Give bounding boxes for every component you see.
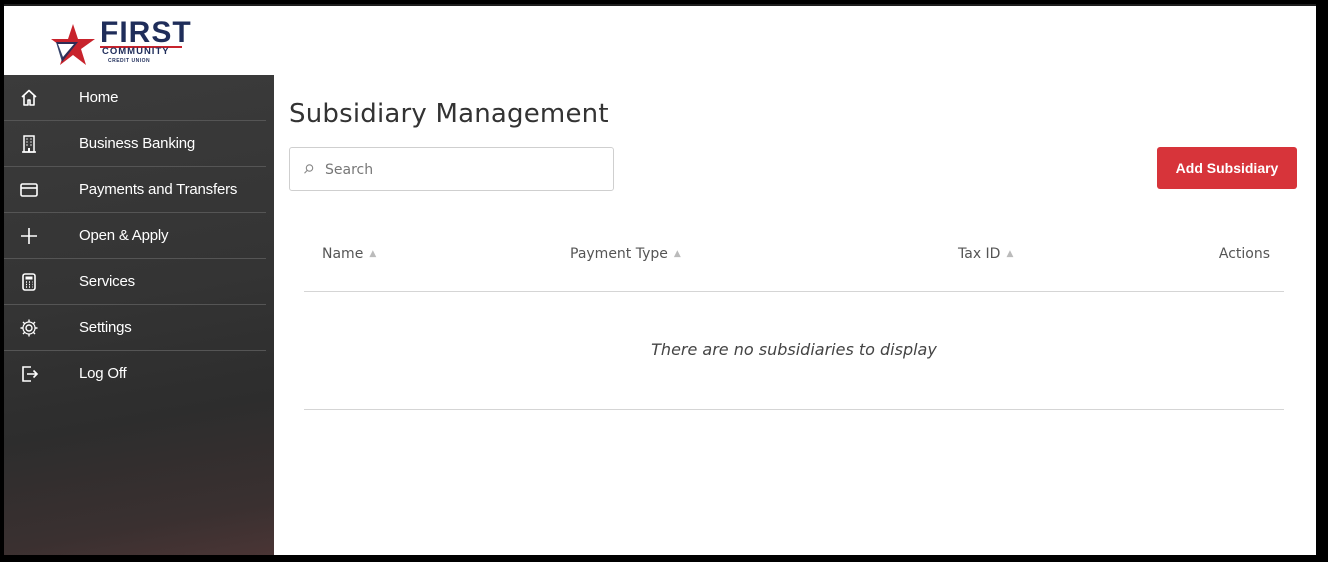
log-off-icon [18,363,40,385]
plus-icon [18,225,40,247]
search-box[interactable] [289,147,614,192]
sidebar-item-label: Open & Apply [79,227,169,244]
app-window: FIRST COMMUNITY CREDIT UNION Home Busine… [4,4,1320,555]
sidebar-item-log-off[interactable]: Log Off [4,351,266,396]
sidebar-item-settings[interactable]: Settings [4,305,266,351]
credit-card-icon [18,179,40,201]
column-header-payment-type[interactable]: Payment Type ▲ [570,246,681,262]
brand-line3: CREDIT UNION [108,58,151,64]
page-title: Subsidiary Management [289,99,609,129]
column-label: Payment Type [570,246,668,262]
top-bar: FIRST COMMUNITY CREDIT UNION [4,4,1316,78]
brand-name: FIRST [100,16,192,49]
sidebar-item-label: Business Banking [79,135,196,152]
empty-state-row: There are no subsidiaries to display [304,292,1284,410]
gear-icon [18,317,40,339]
sort-up-icon: ▲ [673,249,681,259]
sort-up-icon: ▲ [1006,249,1014,259]
sort-up-icon: ▲ [369,249,377,259]
sidebar-item-payments-and-transfers[interactable]: Payments and Transfers [4,167,266,213]
table-header: Name ▲ Payment Type ▲ Tax ID ▲ Actions [304,235,1284,292]
column-header-actions: Actions [1219,246,1270,262]
sidebar-item-label: Services [79,273,135,290]
sidebar-item-open-and-apply[interactable]: Open & Apply [4,213,266,259]
column-header-name[interactable]: Name ▲ [322,246,376,262]
empty-message: There are no subsidiaries to display [651,340,937,359]
sidebar-item-services[interactable]: Services [4,259,266,305]
home-icon [18,87,40,109]
column-header-tax-id[interactable]: Tax ID ▲ [958,246,1013,262]
search-input[interactable] [323,148,607,192]
column-label: Tax ID [958,246,1001,262]
sidebar-item-business-banking[interactable]: Business Banking [4,121,266,167]
subsidiary-table: Name ▲ Payment Type ▲ Tax ID ▲ Actions T… [304,235,1284,410]
calculator-icon [18,271,40,293]
brand-line2: COMMUNITY [102,46,170,57]
main-content: Subsidiary Management Add Subsidiary Nam… [274,75,1316,555]
sidebar: Home Business Banking Payments and Trans… [4,75,274,555]
logo-area: FIRST COMMUNITY CREDIT UNION [4,6,274,77]
search-icon [304,164,314,174]
sidebar-item-label: Settings [79,319,132,336]
brand-logo[interactable]: FIRST COMMUNITY CREDIT UNION [48,18,191,68]
column-label: Name [322,246,364,262]
add-subsidiary-button[interactable]: Add Subsidiary [1157,147,1297,189]
sidebar-item-label: Payments and Transfers [79,181,238,198]
star-icon [51,24,95,65]
sidebar-item-label: Home [79,89,119,106]
building-icon [18,133,40,155]
sidebar-item-label: Log Off [79,365,127,382]
column-label: Actions [1218,246,1270,262]
sidebar-item-home[interactable]: Home [4,75,266,121]
